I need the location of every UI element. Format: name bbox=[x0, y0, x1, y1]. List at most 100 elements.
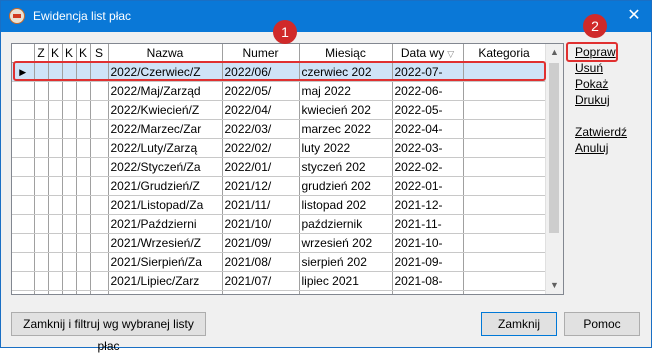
flag-cell bbox=[34, 138, 49, 158]
close-icon[interactable]: ✕ bbox=[623, 6, 645, 26]
table-cell: kwiecień 202 bbox=[299, 100, 393, 120]
table-row[interactable]: 2021/Wrzesień/Z 2021/09/wrzesień 202 2021-… bbox=[12, 233, 546, 253]
table-row[interactable]: 2022/Styczeń/Za 2022/01/styczeń 202 2022-0… bbox=[12, 157, 546, 177]
row-marker-cell bbox=[12, 233, 35, 253]
table-cell: 2021/Grudzień/Z bbox=[108, 176, 223, 196]
column-header-s[interactable]: S bbox=[90, 44, 109, 63]
table-cell: 2022/Marzec/Zar bbox=[108, 119, 223, 139]
table-cell: 2022/02/ bbox=[222, 138, 300, 158]
column-header-nazwa[interactable]: Nazwa bbox=[108, 44, 223, 63]
flag-cell bbox=[90, 157, 109, 177]
table-cell: czerwiec 202 bbox=[299, 290, 393, 294]
table-row[interactable]: 2021/Sierpień/Za 2021/08/sierpień 202 2021… bbox=[12, 252, 546, 272]
table-cell: 2021-07- bbox=[392, 290, 464, 294]
flag-cell bbox=[62, 271, 77, 291]
scrollbar-thumb[interactable] bbox=[549, 63, 559, 233]
flag-cell bbox=[48, 252, 63, 272]
table-cell: 2022-02- bbox=[392, 157, 464, 177]
row-marker-cell bbox=[12, 119, 35, 139]
column-header-kategoria[interactable]: Kategoria bbox=[463, 44, 546, 63]
flag-cell bbox=[76, 233, 91, 253]
flag-cell bbox=[62, 138, 77, 158]
table-cell: 2022-05- bbox=[392, 100, 464, 120]
flag-cell bbox=[90, 252, 109, 272]
table-cell: 2022/Maj/Zarząd bbox=[108, 81, 223, 101]
flag-cell bbox=[34, 252, 49, 272]
help-button[interactable]: Pomoc bbox=[564, 312, 640, 336]
table-cell: 2022-03- bbox=[392, 138, 464, 158]
table-cell: luty 2022 bbox=[299, 138, 393, 158]
flag-cell bbox=[90, 233, 109, 253]
title-bar: Ewidencja list płac ✕ bbox=[1, 1, 651, 32]
table-cell: 2021-10- bbox=[392, 233, 464, 253]
table-cell: lipiec 2021 bbox=[299, 271, 393, 291]
column-header-k2[interactable]: K bbox=[62, 44, 77, 63]
window-title: Ewidencja list płac bbox=[33, 9, 132, 23]
column-header-z[interactable]: Z bbox=[34, 44, 49, 63]
payroll-list-grid[interactable]: Z K K K S Nazwa Numer Miesiąc Data wy ▽ K… bbox=[11, 43, 564, 295]
table-cell: 2021/Październi bbox=[108, 214, 223, 234]
print-link[interactable]: Drukuj bbox=[575, 92, 645, 108]
scroll-up-arrow-icon[interactable]: ▲ bbox=[546, 44, 563, 61]
close-button[interactable]: Zamknij bbox=[481, 312, 557, 336]
table-row[interactable]: 2021/Czerwiec/Z2021/06/czerwiec 2022021-… bbox=[12, 290, 546, 294]
table-cell: październik bbox=[299, 214, 393, 234]
flag-cell bbox=[48, 81, 63, 101]
table-cell: 2021/11/ bbox=[222, 195, 300, 215]
column-header-data-wyplaty[interactable]: Data wy ▽ bbox=[392, 44, 464, 63]
table-cell: listopad 202 bbox=[299, 195, 393, 215]
table-cell: 2022-06- bbox=[392, 81, 464, 101]
close-and-filter-button[interactable]: Zamknij i filtruj wg wybranej listy płac bbox=[11, 312, 206, 353]
flag-cell bbox=[62, 233, 77, 253]
column-header-numer[interactable]: Numer bbox=[222, 44, 300, 63]
flag-cell bbox=[90, 290, 109, 294]
table-cell: 2021/12/ bbox=[222, 176, 300, 196]
app-logo-icon bbox=[9, 8, 25, 24]
table-row[interactable]: 2022/Marzec/Zar 2022/03/marzec 2022 2022-0… bbox=[12, 119, 546, 139]
edit-link[interactable]: Popraw bbox=[575, 44, 645, 60]
table-cell: 2021/09/ bbox=[222, 233, 300, 253]
vertical-scrollbar[interactable]: ▲ ▼ bbox=[545, 44, 563, 294]
row-marker-cell bbox=[12, 157, 35, 177]
table-row[interactable]: 2022/Maj/Zarząd 2022/05/maj 2022 2022-06- bbox=[12, 81, 546, 101]
approve-link[interactable]: Zatwierdź bbox=[575, 124, 645, 140]
table-cell: sierpień 202 bbox=[299, 252, 393, 272]
column-header-k3[interactable]: K bbox=[76, 44, 91, 63]
category-cell bbox=[463, 81, 546, 101]
table-cell: 2022/Luty/Zarzą bbox=[108, 138, 223, 158]
show-link[interactable]: Pokaż bbox=[575, 76, 645, 92]
table-cell: 2022/06/ bbox=[222, 62, 300, 82]
table-row[interactable]: 2021/Grudzień/Z 2021/12/grudzień 202 2022-… bbox=[12, 176, 546, 196]
column-header-miesiac[interactable]: Miesiąc bbox=[299, 44, 393, 63]
flag-cell bbox=[76, 81, 91, 101]
table-row[interactable]: 2021/Lipiec/Zarz 2021/07/lipiec 2021 2021-… bbox=[12, 271, 546, 291]
flag-cell bbox=[90, 62, 109, 82]
category-cell bbox=[463, 62, 546, 82]
flag-cell bbox=[62, 100, 77, 120]
annotation-badge-1: 1 bbox=[273, 20, 297, 44]
flag-cell bbox=[48, 100, 63, 120]
table-row[interactable]: ▶ 2022/Czerwiec/Z 2022/06/czerwiec 202 2022… bbox=[12, 62, 546, 82]
table-cell: 2021/Sierpień/Za bbox=[108, 252, 223, 272]
table-row[interactable]: 2022/Kwiecień/Z 2022/04/kwiecień 202 2022-… bbox=[12, 100, 546, 120]
table-cell: 2022/04/ bbox=[222, 100, 300, 120]
sort-indicator-icon: ▽ bbox=[447, 49, 455, 59]
flag-cell bbox=[62, 157, 77, 177]
table-row[interactable]: 2021/Październi 2021/10/październik 2021-1… bbox=[12, 214, 546, 234]
flag-cell bbox=[34, 119, 49, 139]
table-row[interactable]: 2022/Luty/Zarzą 2022/02/luty 2022 2022-03- bbox=[12, 138, 546, 158]
row-marker-cell bbox=[12, 138, 35, 158]
flag-cell bbox=[76, 157, 91, 177]
flag-cell bbox=[48, 271, 63, 291]
delete-link[interactable]: Usuń bbox=[575, 60, 645, 76]
table-row[interactable]: 2021/Listopad/Za 2021/11/listopad 202 2021… bbox=[12, 195, 546, 215]
table-cell: 2022/Styczeń/Za bbox=[108, 157, 223, 177]
flag-cell bbox=[48, 290, 63, 294]
cancel-link[interactable]: Anuluj bbox=[575, 140, 645, 156]
scroll-down-arrow-icon[interactable]: ▼ bbox=[546, 277, 563, 294]
table-cell: 2021/10/ bbox=[222, 214, 300, 234]
dialog-body: Z K K K S Nazwa Numer Miesiąc Data wy ▽ K… bbox=[1, 14, 651, 353]
column-header-k1[interactable]: K bbox=[48, 44, 63, 63]
table-cell: 2022-04- bbox=[392, 119, 464, 139]
flag-cell bbox=[34, 176, 49, 196]
